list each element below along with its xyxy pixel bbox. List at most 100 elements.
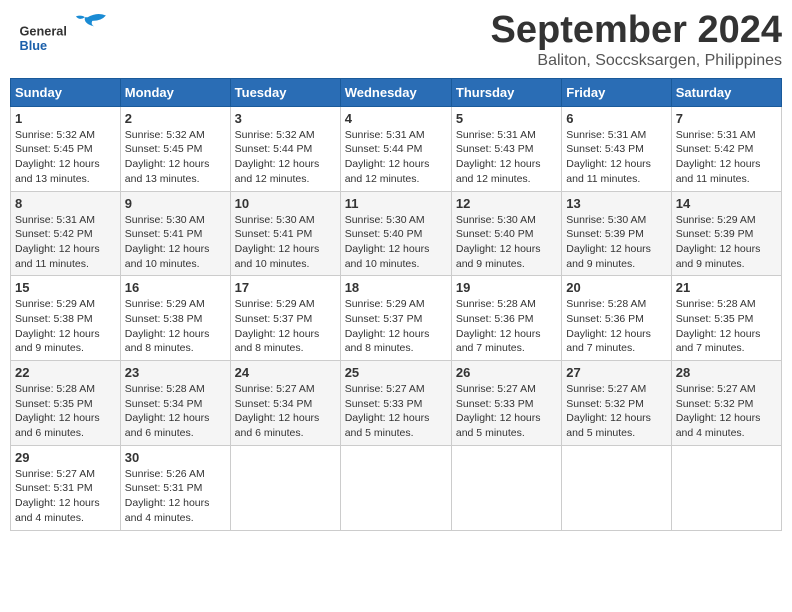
calendar-cell: 12 Sunrise: 5:30 AMSunset: 5:40 PMDaylig… [451,191,561,276]
day-info: Sunrise: 5:30 AMSunset: 5:40 PMDaylight:… [456,214,541,270]
calendar-cell: 9 Sunrise: 5:30 AMSunset: 5:41 PMDayligh… [120,191,230,276]
calendar-week-2: 8 Sunrise: 5:31 AMSunset: 5:42 PMDayligh… [11,191,782,276]
calendar-cell: 23 Sunrise: 5:28 AMSunset: 5:34 PMDaylig… [120,361,230,446]
calendar-cell: 3 Sunrise: 5:32 AMSunset: 5:44 PMDayligh… [230,106,340,191]
calendar-week-3: 15 Sunrise: 5:29 AMSunset: 5:38 PMDaylig… [11,276,782,361]
calendar-cell [671,445,781,530]
calendar-body: 1 Sunrise: 5:32 AMSunset: 5:45 PMDayligh… [11,106,782,530]
page-title: September 2024 [491,10,783,52]
day-number: 30 [125,450,226,465]
calendar-cell: 25 Sunrise: 5:27 AMSunset: 5:33 PMDaylig… [340,361,451,446]
day-info: Sunrise: 5:28 AMSunset: 5:34 PMDaylight:… [125,383,210,439]
day-info: Sunrise: 5:30 AMSunset: 5:41 PMDaylight:… [125,214,210,270]
day-number: 19 [456,280,557,295]
calendar-cell: 10 Sunrise: 5:30 AMSunset: 5:41 PMDaylig… [230,191,340,276]
day-number: 23 [125,365,226,380]
day-info: Sunrise: 5:29 AMSunset: 5:38 PMDaylight:… [125,298,210,354]
day-info: Sunrise: 5:29 AMSunset: 5:38 PMDaylight:… [15,298,100,354]
day-info: Sunrise: 5:29 AMSunset: 5:37 PMDaylight:… [345,298,430,354]
calendar-table: SundayMondayTuesdayWednesdayThursdayFrid… [10,78,782,531]
day-info: Sunrise: 5:28 AMSunset: 5:35 PMDaylight:… [676,298,761,354]
day-info: Sunrise: 5:28 AMSunset: 5:35 PMDaylight:… [15,383,100,439]
svg-text:General: General [20,23,67,38]
calendar-cell: 18 Sunrise: 5:29 AMSunset: 5:37 PMDaylig… [340,276,451,361]
day-number: 1 [15,111,116,126]
day-info: Sunrise: 5:29 AMSunset: 5:37 PMDaylight:… [235,298,320,354]
day-number: 22 [15,365,116,380]
day-number: 7 [676,111,777,126]
calendar-cell: 19 Sunrise: 5:28 AMSunset: 5:36 PMDaylig… [451,276,561,361]
calendar-week-4: 22 Sunrise: 5:28 AMSunset: 5:35 PMDaylig… [11,361,782,446]
calendar-cell: 30 Sunrise: 5:26 AMSunset: 5:31 PMDaylig… [120,445,230,530]
day-info: Sunrise: 5:29 AMSunset: 5:39 PMDaylight:… [676,214,761,270]
day-number: 29 [15,450,116,465]
day-number: 28 [676,365,777,380]
calendar-cell: 17 Sunrise: 5:29 AMSunset: 5:37 PMDaylig… [230,276,340,361]
day-number: 27 [566,365,666,380]
day-number: 6 [566,111,666,126]
day-info: Sunrise: 5:30 AMSunset: 5:41 PMDaylight:… [235,214,320,270]
calendar-cell: 1 Sunrise: 5:32 AMSunset: 5:45 PMDayligh… [11,106,121,191]
calendar-cell [230,445,340,530]
day-number: 4 [345,111,447,126]
day-info: Sunrise: 5:32 AMSunset: 5:45 PMDaylight:… [125,129,210,185]
day-number: 16 [125,280,226,295]
day-info: Sunrise: 5:27 AMSunset: 5:33 PMDaylight:… [345,383,430,439]
day-number: 20 [566,280,666,295]
calendar-cell: 22 Sunrise: 5:28 AMSunset: 5:35 PMDaylig… [11,361,121,446]
calendar-cell: 20 Sunrise: 5:28 AMSunset: 5:36 PMDaylig… [562,276,671,361]
day-info: Sunrise: 5:32 AMSunset: 5:44 PMDaylight:… [235,129,320,185]
calendar-week-5: 29 Sunrise: 5:27 AMSunset: 5:31 PMDaylig… [11,445,782,530]
day-info: Sunrise: 5:28 AMSunset: 5:36 PMDaylight:… [456,298,541,354]
title-section: September 2024 Baliton, Soccsksargen, Ph… [491,10,783,70]
calendar-cell: 13 Sunrise: 5:30 AMSunset: 5:39 PMDaylig… [562,191,671,276]
day-info: Sunrise: 5:27 AMSunset: 5:32 PMDaylight:… [566,383,651,439]
calendar-cell: 29 Sunrise: 5:27 AMSunset: 5:31 PMDaylig… [11,445,121,530]
column-header-wednesday: Wednesday [340,78,451,106]
calendar-cell: 6 Sunrise: 5:31 AMSunset: 5:43 PMDayligh… [562,106,671,191]
day-info: Sunrise: 5:26 AMSunset: 5:31 PMDaylight:… [125,468,210,524]
day-info: Sunrise: 5:30 AMSunset: 5:39 PMDaylight:… [566,214,651,270]
calendar-cell: 21 Sunrise: 5:28 AMSunset: 5:35 PMDaylig… [671,276,781,361]
calendar-week-1: 1 Sunrise: 5:32 AMSunset: 5:45 PMDayligh… [11,106,782,191]
column-header-sunday: Sunday [11,78,121,106]
calendar-cell: 11 Sunrise: 5:30 AMSunset: 5:40 PMDaylig… [340,191,451,276]
calendar-cell: 27 Sunrise: 5:27 AMSunset: 5:32 PMDaylig… [562,361,671,446]
day-info: Sunrise: 5:27 AMSunset: 5:33 PMDaylight:… [456,383,541,439]
calendar-cell: 5 Sunrise: 5:31 AMSunset: 5:43 PMDayligh… [451,106,561,191]
day-info: Sunrise: 5:32 AMSunset: 5:45 PMDaylight:… [15,129,100,185]
day-number: 15 [15,280,116,295]
calendar-cell: 24 Sunrise: 5:27 AMSunset: 5:34 PMDaylig… [230,361,340,446]
calendar-cell: 2 Sunrise: 5:32 AMSunset: 5:45 PMDayligh… [120,106,230,191]
day-info: Sunrise: 5:28 AMSunset: 5:36 PMDaylight:… [566,298,651,354]
calendar-cell: 26 Sunrise: 5:27 AMSunset: 5:33 PMDaylig… [451,361,561,446]
calendar-cell: 7 Sunrise: 5:31 AMSunset: 5:42 PMDayligh… [671,106,781,191]
calendar-cell [340,445,451,530]
day-number: 25 [345,365,447,380]
day-info: Sunrise: 5:31 AMSunset: 5:43 PMDaylight:… [566,129,651,185]
calendar-cell: 8 Sunrise: 5:31 AMSunset: 5:42 PMDayligh… [11,191,121,276]
day-number: 9 [125,196,226,211]
column-header-thursday: Thursday [451,78,561,106]
day-number: 24 [235,365,336,380]
column-header-tuesday: Tuesday [230,78,340,106]
column-header-saturday: Saturday [671,78,781,106]
calendar-cell: 4 Sunrise: 5:31 AMSunset: 5:44 PMDayligh… [340,106,451,191]
day-info: Sunrise: 5:27 AMSunset: 5:31 PMDaylight:… [15,468,100,524]
day-number: 12 [456,196,557,211]
day-number: 10 [235,196,336,211]
calendar-cell: 14 Sunrise: 5:29 AMSunset: 5:39 PMDaylig… [671,191,781,276]
calendar-cell [562,445,671,530]
day-info: Sunrise: 5:31 AMSunset: 5:42 PMDaylight:… [15,214,100,270]
column-header-friday: Friday [562,78,671,106]
calendar-cell: 28 Sunrise: 5:27 AMSunset: 5:32 PMDaylig… [671,361,781,446]
day-number: 8 [15,196,116,211]
day-number: 2 [125,111,226,126]
day-number: 14 [676,196,777,211]
day-number: 17 [235,280,336,295]
svg-text:Blue: Blue [20,38,48,53]
header: General Blue September 2024 Baliton, Soc… [10,10,782,70]
day-number: 26 [456,365,557,380]
day-info: Sunrise: 5:31 AMSunset: 5:43 PMDaylight:… [456,129,541,185]
day-info: Sunrise: 5:27 AMSunset: 5:34 PMDaylight:… [235,383,320,439]
